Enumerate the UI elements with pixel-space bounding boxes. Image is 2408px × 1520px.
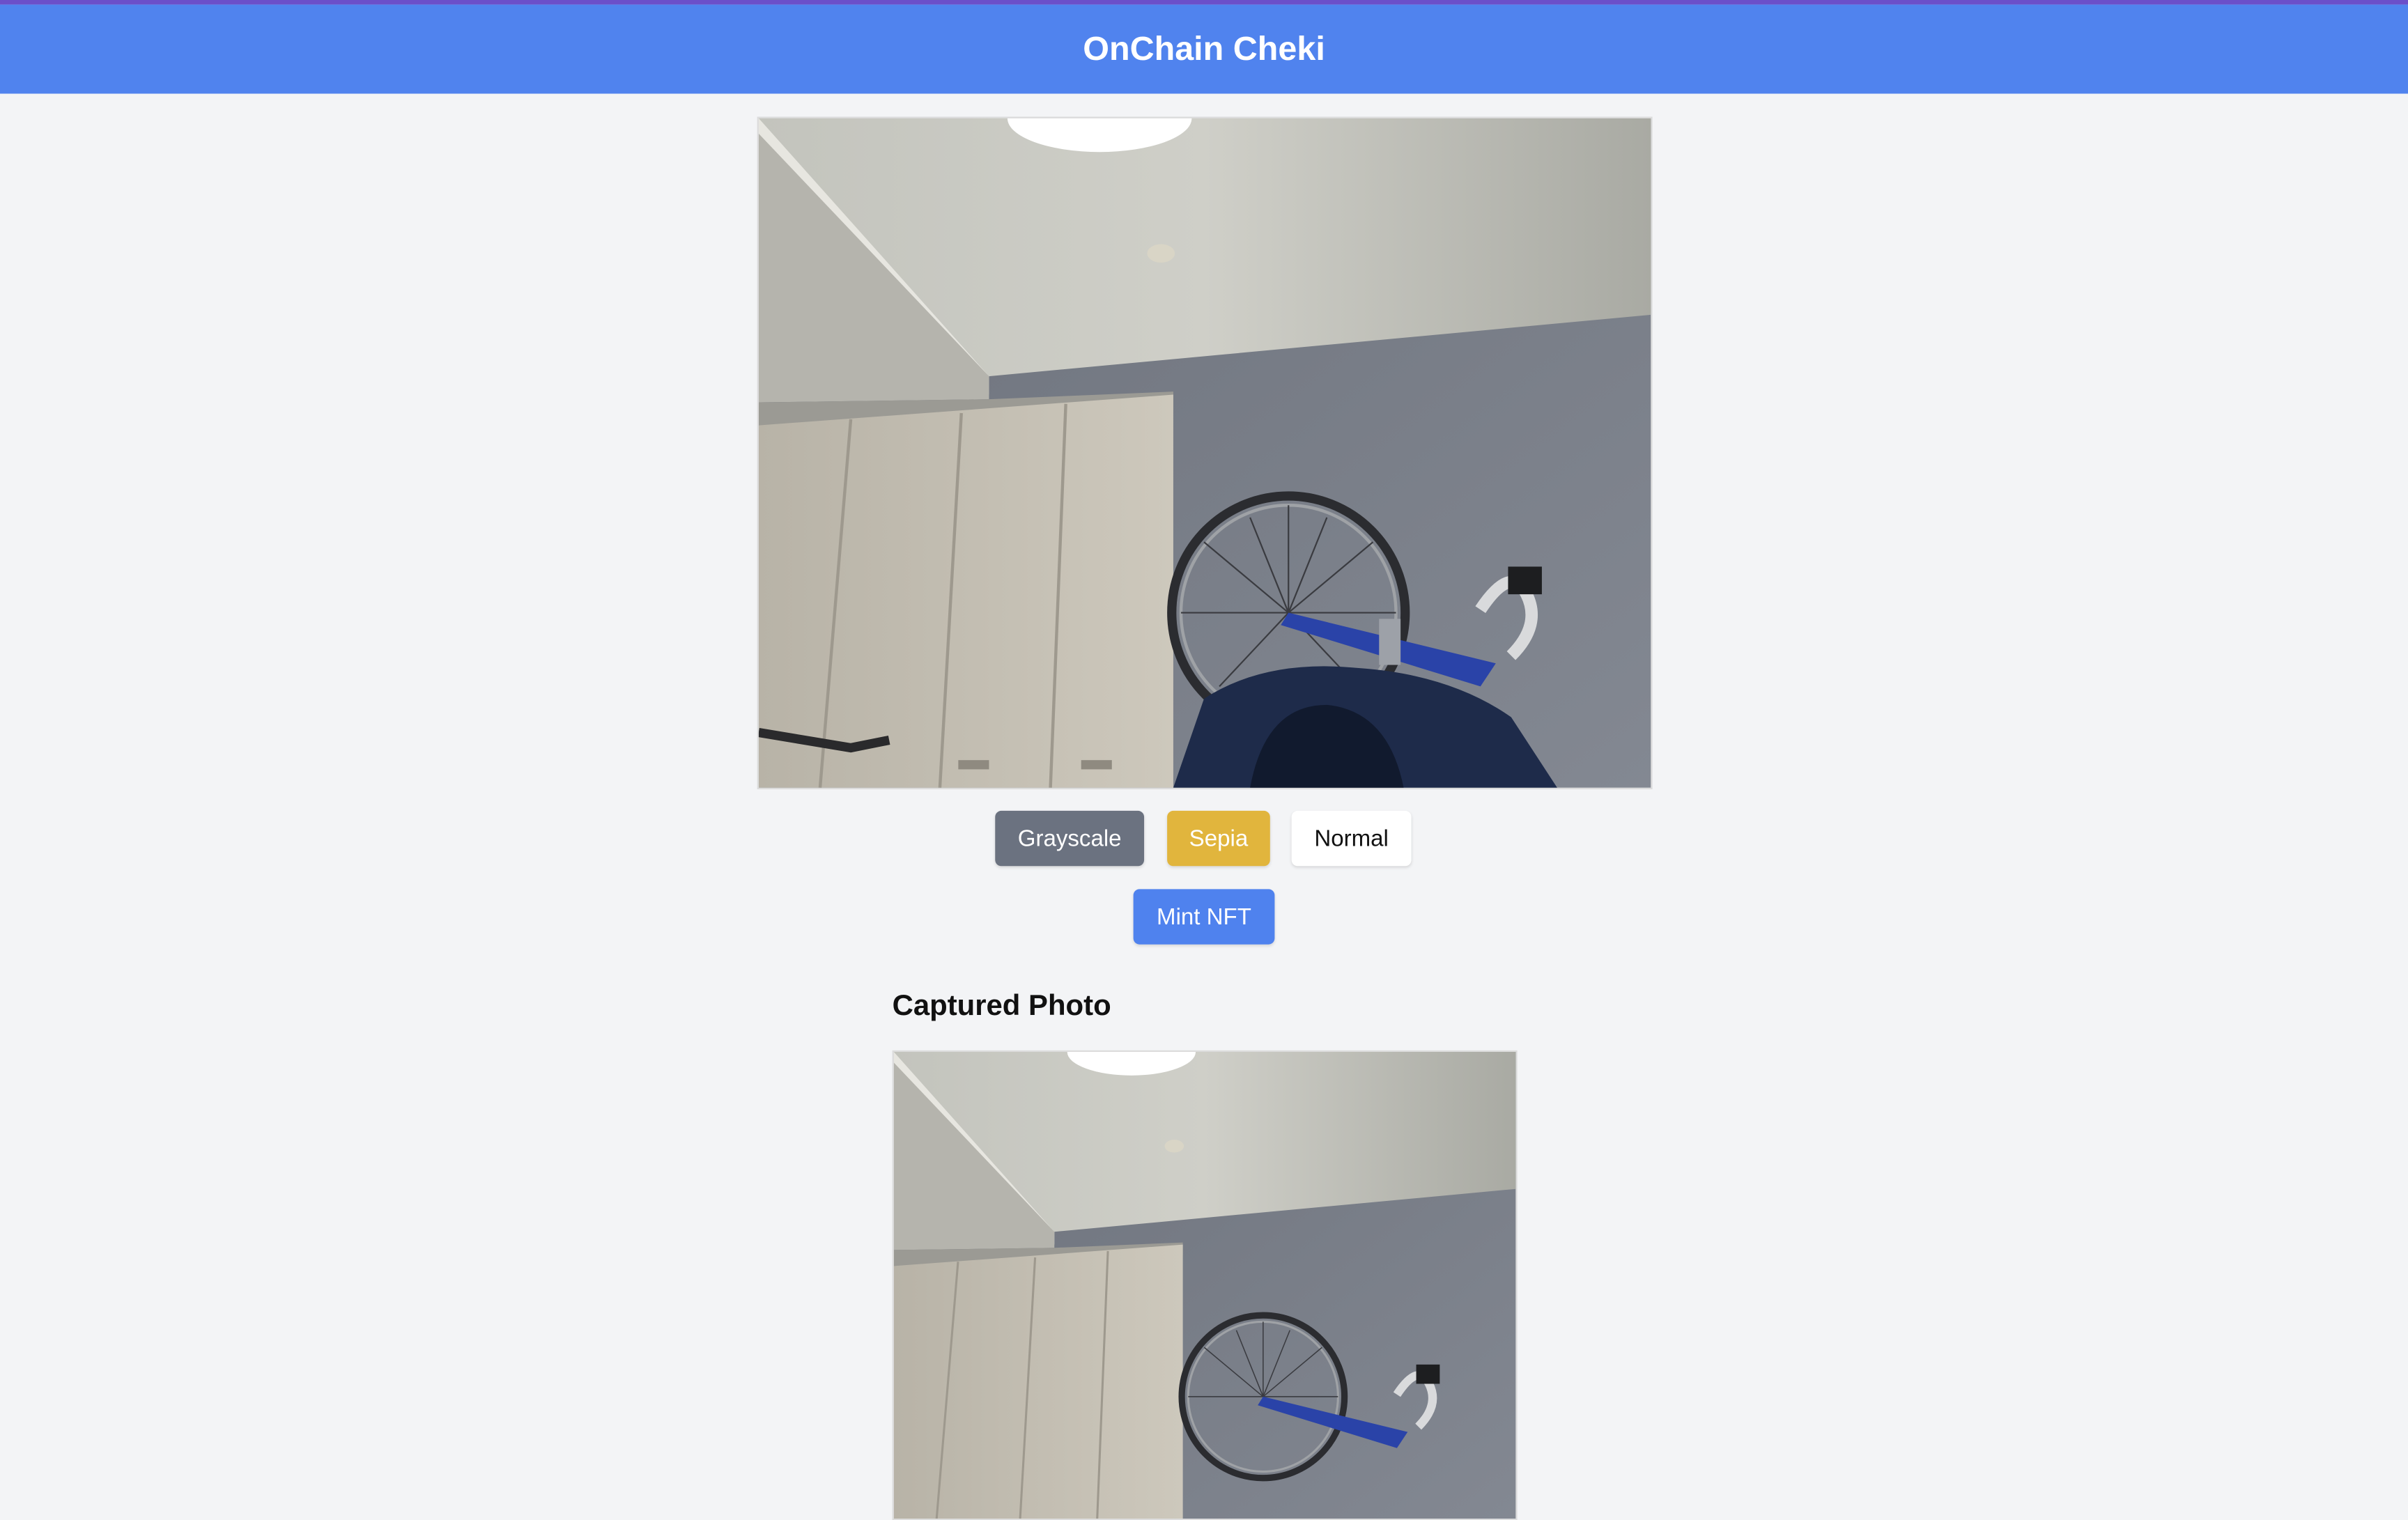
app-title: OnChain Cheki xyxy=(1083,29,1325,68)
sepia-button[interactable]: Sepia xyxy=(1167,810,1270,867)
mint-nft-button[interactable]: Mint NFT xyxy=(1133,889,1275,945)
captured-photo-heading: Captured Photo xyxy=(892,990,1111,1023)
app-header: OnChain Cheki xyxy=(0,4,2408,94)
top-accent-line xyxy=(0,0,2408,5)
grayscale-button[interactable]: Grayscale xyxy=(995,810,1145,867)
camera-feed-image xyxy=(758,118,1651,788)
normal-button[interactable]: Normal xyxy=(1291,810,1412,867)
captured-photo-image xyxy=(893,1052,1516,1519)
captured-photo xyxy=(892,1050,1518,1520)
camera-preview xyxy=(757,116,1653,790)
app-page: OnChain Cheki Grayscale Sepia Normal Min… xyxy=(0,0,2408,1520)
